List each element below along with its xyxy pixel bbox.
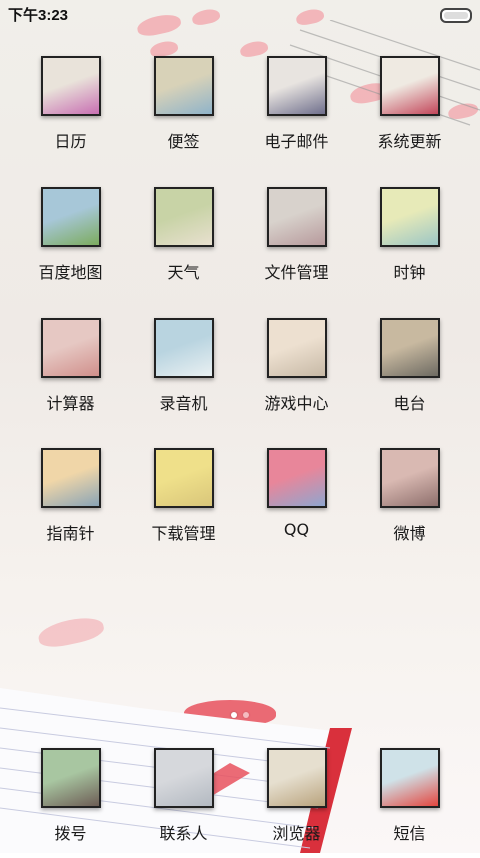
app-label: 日历 (54, 132, 87, 151)
app-label: 录音机 (159, 394, 208, 413)
app-weather[interactable]: 天气 (127, 187, 240, 297)
app-label: 浏览器 (272, 824, 321, 843)
app-label: 联系人 (159, 824, 208, 843)
dock-browser[interactable]: 浏览器 (240, 748, 353, 858)
app-game-center[interactable]: 游戏中心 (240, 318, 353, 428)
app-file-manager-icon (267, 187, 327, 247)
page-dot[interactable] (231, 712, 237, 718)
app-calendar-icon (41, 56, 101, 116)
app-label: 下载管理 (151, 524, 216, 543)
app-clock-icon (380, 187, 440, 247)
app-label: 短信 (393, 824, 426, 843)
app-label: 文件管理 (264, 263, 329, 282)
app-recorder-icon (154, 318, 214, 378)
dock-sms-icon (380, 748, 440, 808)
app-label: 百度地图 (38, 263, 103, 282)
app-qq-icon (267, 448, 327, 508)
app-qq[interactable]: QQ (240, 448, 353, 558)
app-recorder[interactable]: 录音机 (127, 318, 240, 428)
dock-dialer-icon (41, 748, 101, 808)
status-bar: 下午3:23 (0, 0, 480, 26)
app-calculator[interactable]: 计算器 (14, 318, 127, 428)
dock-contacts[interactable]: 联系人 (127, 748, 240, 858)
page-dot[interactable] (243, 712, 249, 718)
app-label: 游戏中心 (264, 394, 329, 413)
app-calendar[interactable]: 日历 (14, 56, 127, 166)
app-system-update-icon (380, 56, 440, 116)
app-email[interactable]: 电子邮件 (240, 56, 353, 166)
app-radio[interactable]: 电台 (353, 318, 466, 428)
app-download-manager-icon (154, 448, 214, 508)
app-email-icon (267, 56, 327, 116)
app-file-manager[interactable]: 文件管理 (240, 187, 353, 297)
app-label: 电台 (393, 394, 426, 413)
app-label: 指南针 (46, 524, 95, 543)
app-clock[interactable]: 时钟 (353, 187, 466, 297)
dock-dialer[interactable]: 拨号 (14, 748, 127, 858)
app-calculator-icon (41, 318, 101, 378)
app-label: 天气 (167, 263, 200, 282)
app-download-manager[interactable]: 下载管理 (127, 448, 240, 558)
app-compass[interactable]: 指南针 (14, 448, 127, 558)
app-label: 计算器 (46, 394, 95, 413)
app-radio-icon (380, 318, 440, 378)
battery-icon (440, 8, 472, 23)
app-weather-icon (154, 187, 214, 247)
dock-sms[interactable]: 短信 (353, 748, 466, 858)
app-label: QQ (283, 520, 310, 539)
app-system-update[interactable]: 系统更新 (353, 56, 466, 166)
app-label: 系统更新 (377, 132, 442, 151)
app-baidu-map[interactable]: 百度地图 (14, 187, 127, 297)
app-label: 时钟 (393, 263, 426, 282)
app-label: 拨号 (54, 824, 87, 843)
app-weibo-icon (380, 448, 440, 508)
dock-contacts-icon (154, 748, 214, 808)
app-label: 便签 (167, 132, 200, 151)
app-notes[interactable]: 便签 (127, 56, 240, 166)
app-label: 电子邮件 (264, 132, 329, 151)
page-indicator (0, 703, 480, 722)
status-time: 下午3:23 (8, 7, 69, 24)
app-notes-icon (154, 56, 214, 116)
app-baidu-map-icon (41, 187, 101, 247)
heart-decoration (36, 613, 106, 651)
app-game-center-icon (267, 318, 327, 378)
app-weibo[interactable]: 微博 (353, 448, 466, 558)
app-label: 微博 (393, 524, 426, 543)
app-compass-icon (41, 448, 101, 508)
dock-browser-icon (267, 748, 327, 808)
